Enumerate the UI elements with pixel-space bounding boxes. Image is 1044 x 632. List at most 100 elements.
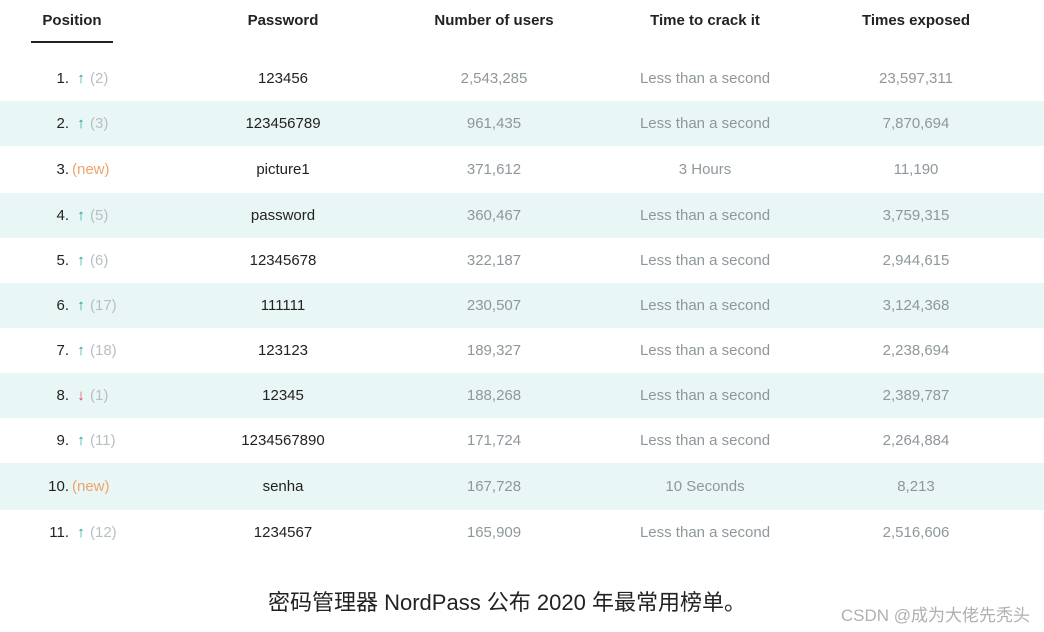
rank-number: 6.: [56, 297, 69, 314]
crack-time-cell: Less than a second: [639, 70, 771, 87]
crack-time-cell: Less than a second: [639, 297, 771, 314]
previous-rank: (5): [90, 207, 109, 224]
password-cell: 12345678: [249, 252, 317, 269]
times-exposed-cell: 3,759,315: [882, 207, 950, 224]
table-row: 11. ↑ (12) 1234567 165,909 Less than a second…: [0, 510, 1044, 555]
position-cell: 10. (new): [0, 463, 130, 510]
table-row: 10. (new) senha 167,728 10 Seconds 8,213: [0, 463, 1044, 510]
table-row: 6. ↑ (17) 111111 230,507 Less than a second 3,…: [0, 283, 1044, 328]
new-entry-badge: (new): [72, 478, 110, 495]
table-row: 7. ↑ (18) 123123 189,327 Less than a second 2,…: [0, 328, 1044, 373]
table-header: Position Password Number of users Time t…: [0, 0, 1044, 56]
table-row: 3. (new) picture1 371,612 3 Hours 11,190: [0, 146, 1044, 193]
crack-time-cell: 3 Hours: [678, 161, 732, 178]
previous-rank: (12): [90, 524, 117, 541]
table-row: 8. ↓ (1) 12345 188,268 Less than a second 2,38…: [0, 373, 1044, 418]
watermark: CSDN @成为大佬先秃头: [840, 606, 1030, 625]
rank-number: 4.: [56, 207, 69, 224]
password-cell: 12345: [262, 387, 304, 404]
rank-number: 10.: [48, 478, 69, 495]
crack-time-cell: Less than a second: [639, 115, 771, 132]
password-cell: password: [250, 207, 316, 224]
column-header-users[interactable]: Number of users: [390, 12, 598, 29]
column-header-crack-time[interactable]: Time to crack it: [600, 12, 810, 29]
rank-number: 9.: [56, 432, 69, 449]
arrow-up-icon: ↑: [77, 342, 85, 359]
position-wrap: 7. ↑ (18): [0, 342, 130, 359]
crack-time-cell: Less than a second: [639, 524, 771, 541]
arrow-up-icon: ↑: [77, 252, 85, 269]
position-cell: 9. ↑ (11): [0, 418, 130, 463]
password-cell: picture1: [256, 161, 310, 178]
crack-time-cell: Less than a second: [639, 252, 771, 269]
column-header-position[interactable]: Position: [31, 12, 113, 29]
position-wrap: 5. ↑ (6): [0, 252, 130, 269]
times-exposed-cell: 2,238,694: [882, 342, 950, 359]
times-exposed-cell: 7,870,694: [882, 115, 950, 132]
position-wrap: 2. ↑ (3): [0, 115, 130, 132]
position-cell: 2. ↑ (3): [0, 101, 130, 146]
position-cell: 1. ↑ (2): [0, 56, 130, 101]
position-wrap: 11. ↑ (12): [0, 524, 130, 541]
password-cell: 1234567: [253, 524, 313, 541]
users-cell: 360,467: [466, 207, 522, 224]
times-exposed-cell: 11,190: [893, 161, 939, 178]
password-cell: 123456789: [245, 115, 321, 132]
rank-number: 1.: [56, 70, 69, 87]
previous-rank: (11): [90, 432, 116, 449]
times-exposed-cell: 2,944,615: [882, 252, 950, 269]
arrow-up-icon: ↑: [77, 297, 85, 314]
previous-rank: (2): [90, 70, 109, 87]
previous-rank: (1): [90, 387, 109, 404]
users-cell: 167,728: [466, 478, 522, 495]
table-row: 2. ↑ (3) 123456789 961,435 Less than a second…: [0, 101, 1044, 146]
users-cell: 188,268: [466, 387, 522, 404]
times-exposed-cell: 8,213: [897, 478, 935, 495]
rank-number: 7.: [56, 342, 69, 359]
arrow-up-icon: ↑: [77, 70, 85, 87]
previous-rank: (18): [90, 342, 117, 359]
crack-time-cell: Less than a second: [639, 387, 771, 404]
position-cell: 8. ↓ (1): [0, 373, 130, 418]
active-sort-underline: [31, 41, 113, 43]
password-cell: 123123: [257, 342, 309, 359]
column-header-password[interactable]: Password: [190, 12, 376, 29]
users-cell: 171,724: [466, 432, 522, 449]
table-row: 5. ↑ (6) 12345678 322,187 Less than a second 2…: [0, 238, 1044, 283]
password-cell: 1234567890: [241, 432, 325, 449]
position-wrap: 3. (new): [0, 161, 130, 178]
previous-rank: (6): [90, 252, 109, 269]
position-wrap: 9. ↑ (11): [0, 432, 130, 449]
rank-number: 3.: [56, 161, 69, 178]
users-cell: 371,612: [466, 161, 522, 178]
arrow-up-icon: ↑: [77, 524, 85, 541]
crack-time-cell: 10 Seconds: [665, 478, 745, 495]
position-cell: 6. ↑ (17): [0, 283, 130, 328]
previous-rank: (17): [90, 297, 117, 314]
column-header-times-exposed[interactable]: Times exposed: [810, 12, 1022, 29]
password-cell: senha: [262, 478, 304, 495]
table-row: 1. ↑ (2) 123456 2,543,285 Less than a second 2…: [0, 56, 1044, 101]
crack-time-cell: Less than a second: [639, 432, 771, 449]
position-wrap: 4. ↑ (5): [0, 207, 130, 224]
times-exposed-cell: 2,264,884: [882, 432, 950, 449]
times-exposed-cell: 2,389,787: [882, 387, 950, 404]
rank-number: 5.: [56, 252, 69, 269]
crack-time-cell: Less than a second: [639, 207, 771, 224]
users-cell: 189,327: [466, 342, 522, 359]
users-cell: 2,543,285: [460, 70, 528, 87]
previous-rank: (3): [90, 115, 109, 132]
table-row: 9. ↑ (11) 1234567890 171,724 Less than a seco…: [0, 418, 1044, 463]
crack-time-cell: Less than a second: [639, 342, 771, 359]
users-cell: 165,909: [466, 524, 522, 541]
position-cell: 5. ↑ (6): [0, 238, 130, 283]
position-wrap: 6. ↑ (17): [0, 297, 130, 314]
times-exposed-cell: 3,124,368: [882, 297, 950, 314]
rank-number: 11.: [49, 524, 69, 541]
password-cell: 111111: [260, 297, 306, 314]
position-wrap: 1. ↑ (2): [0, 70, 130, 87]
position-cell: 11. ↑ (12): [0, 510, 130, 555]
arrow-up-icon: ↑: [77, 115, 85, 132]
new-entry-badge: (new): [72, 161, 110, 178]
users-cell: 230,507: [466, 297, 522, 314]
